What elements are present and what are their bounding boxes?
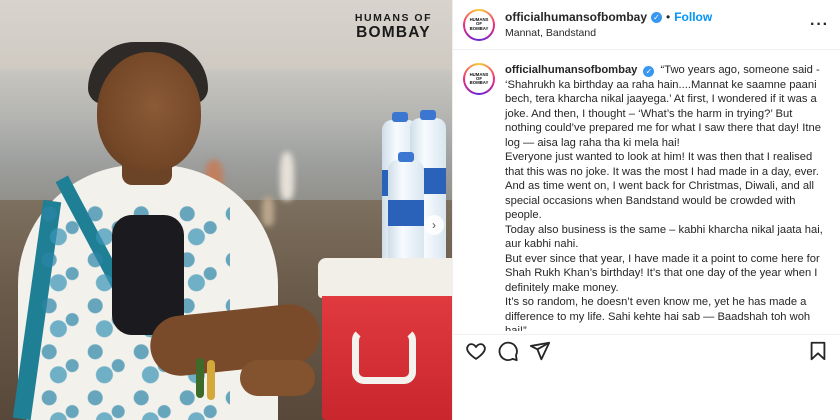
cooler-lid: [318, 258, 452, 298]
background-person: [262, 196, 274, 226]
caption-text: officialhumansofbombay ✓ “Two years ago, …: [505, 63, 823, 331]
caption-paragraph: But ever since that year, I have made it…: [505, 252, 820, 294]
caption-username[interactable]: officialhumansofbombay: [505, 64, 637, 76]
woman-face: [97, 52, 201, 172]
humans-of-bombay-watermark: HUMANS OF BOMBAY: [355, 13, 432, 40]
avatar-text-line2: BOMBAY: [469, 80, 489, 86]
comment-icon[interactable]: [497, 340, 519, 362]
caption-paragraph: It’s so random, he doesn’t even know me,…: [505, 296, 811, 331]
post-header: HUMANS OF BOMBAY officialhumansofbombay ✓…: [453, 0, 840, 50]
watermark-line2: BOMBAY: [356, 23, 431, 41]
more-options-button[interactable]: ···: [810, 16, 828, 34]
caption-paragraph: officialhumansofbombay ✓ “Two years ago, …: [505, 63, 823, 150]
profile-avatar[interactable]: HUMANS OF BOMBAY: [463, 8, 495, 41]
caption-avatar[interactable]: HUMANS OF BOMBAY: [463, 63, 495, 95]
verified-badge-icon: ✓: [643, 66, 655, 77]
instagram-post-window: HUMANS OF BOMBAY › HUMANS OF BOMBAY offi…: [0, 0, 840, 420]
watermark-line1: HUMANS OF: [354, 12, 432, 24]
bangle: [196, 358, 204, 398]
post-photo[interactable]: HUMANS OF BOMBAY ›: [0, 0, 452, 420]
post-location[interactable]: Mannat, Bandstand: [505, 27, 810, 39]
water-bottle: [388, 152, 424, 270]
post-action-bar: [453, 334, 840, 366]
avatar-text-line2: BOMBAY: [469, 25, 489, 31]
bookmark-icon[interactable]: [807, 340, 829, 362]
background-person: [280, 152, 294, 200]
heart-icon[interactable]: [465, 340, 487, 362]
carousel-next-button[interactable]: ›: [424, 215, 444, 235]
caption-paragraph: Everyone just wanted to look at him! It …: [505, 151, 819, 221]
woman-hand: [240, 360, 315, 396]
post-side-panel: HUMANS OF BOMBAY officialhumansofbombay ✓…: [452, 0, 840, 420]
caption-paragraph-text: “Two years ago, someone said - ‘Shahrukh…: [505, 64, 821, 149]
separator-dot: •: [666, 10, 671, 24]
share-icon[interactable]: [529, 340, 551, 362]
post-username[interactable]: officialhumansofbombay: [505, 10, 647, 25]
follow-button[interactable]: Follow: [674, 10, 712, 25]
caption-paragraph: Today also business is the same – kabhi …: [505, 223, 823, 251]
post-caption: HUMANS OF BOMBAY officialhumansofbombay ✓ …: [453, 51, 840, 331]
cooler-handle: [352, 328, 416, 384]
verified-badge-icon: ✓: [651, 12, 663, 23]
bangle: [207, 360, 215, 400]
